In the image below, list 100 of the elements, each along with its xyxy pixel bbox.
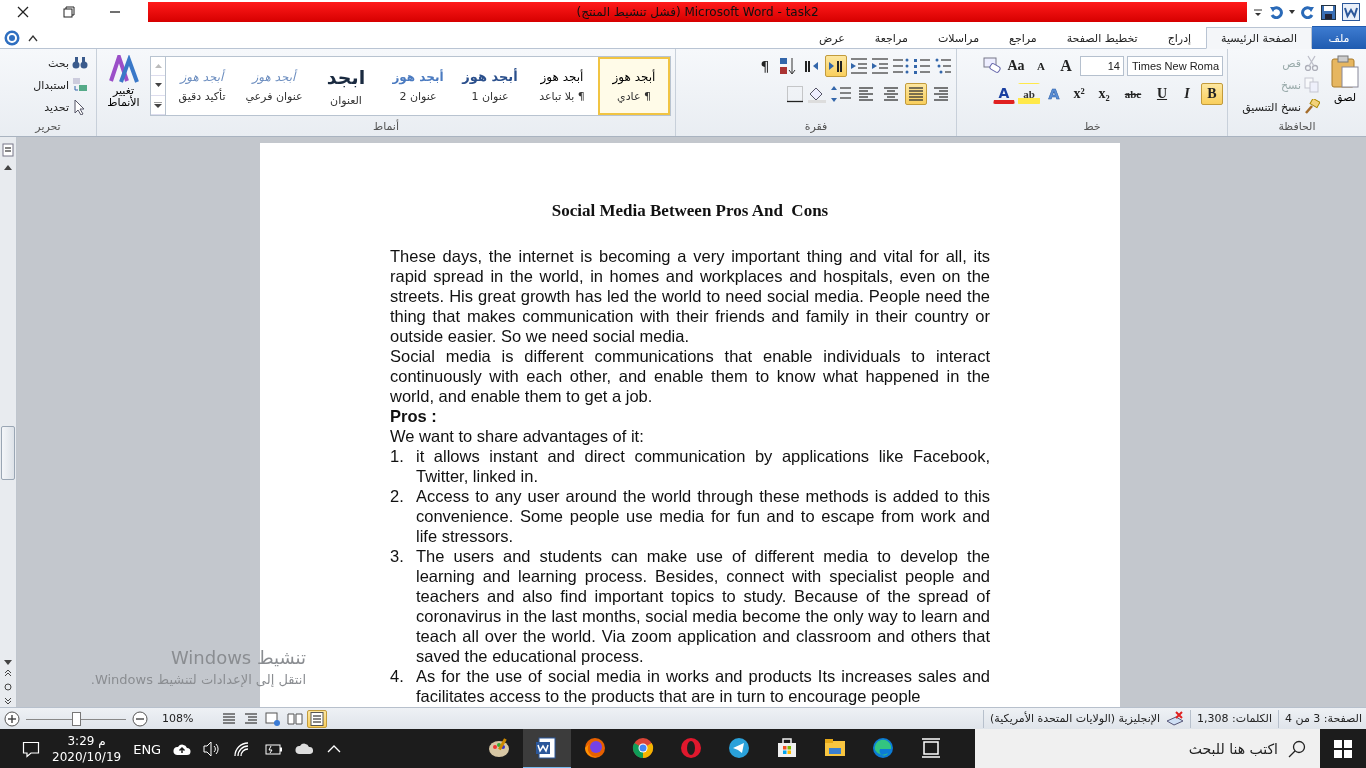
list-number: 1. bbox=[390, 446, 405, 467]
group-label: الحافظة bbox=[1277, 120, 1317, 135]
alignment-icon bbox=[857, 85, 875, 103]
style-option[interactable]: ابجد العنوان bbox=[310, 57, 382, 115]
show-formatting-button[interactable]: ¶ bbox=[754, 55, 776, 77]
style-option[interactable]: أبجد هوز عنوان فرعي bbox=[238, 57, 310, 115]
zoom-slider[interactable] bbox=[26, 711, 126, 726]
style-option[interactable]: أبجد هوز عنوان 1 bbox=[454, 57, 526, 115]
numbered-list-icon[interactable] bbox=[913, 57, 931, 75]
vertical-scrollbar[interactable] bbox=[0, 137, 17, 707]
alignment-icon bbox=[882, 85, 900, 103]
save-icon[interactable] bbox=[1321, 4, 1336, 20]
font-color-button[interactable]: A bbox=[993, 84, 1015, 104]
line-spacing-icon[interactable] bbox=[830, 85, 852, 103]
file-menu-tab[interactable]: ملف bbox=[1312, 26, 1366, 49]
highlight-button[interactable]: ab bbox=[1018, 83, 1040, 105]
style-option[interactable]: أبجد هوز ¶ بلا تباعد bbox=[526, 57, 598, 115]
list-item-text: it allows instant and direct communication by applications like Facebook, Twitter, linked in. bbox=[416, 446, 990, 486]
window-title: (فشل تنشيط المنتج) Microsoft Word - task2 bbox=[576, 5, 819, 19]
ribbon-tab[interactable]: الصفحة الرئيسية bbox=[1206, 27, 1312, 49]
dropdown-icon[interactable] bbox=[1253, 6, 1263, 18]
zoom-in-button[interactable] bbox=[4, 710, 20, 727]
change-case-button[interactable]: Aa bbox=[1005, 55, 1027, 77]
underline-button[interactable]: U bbox=[1151, 83, 1173, 105]
document-title: Social Media Between Pros And Cons bbox=[550, 201, 830, 221]
browse-buttons-icon[interactable] bbox=[3, 667, 13, 707]
align-justify-button[interactable] bbox=[905, 83, 927, 105]
replace-button[interactable]: استبدال bbox=[29, 75, 92, 95]
style-option[interactable]: أبجد هوز تأكيد دقيق bbox=[166, 57, 238, 115]
bold-button[interactable]: B bbox=[1201, 83, 1223, 105]
sup-button[interactable]: x² bbox=[1068, 83, 1090, 105]
battery-icon[interactable] bbox=[263, 742, 284, 756]
activation-message: انتقل إلى الإعدادات لتنشيط Windows. bbox=[89, 672, 306, 687]
list-number: 3. bbox=[390, 546, 405, 567]
multilevel-list-icon[interactable] bbox=[934, 57, 952, 75]
gallery-scroll[interactable] bbox=[151, 57, 166, 115]
proofing-icon[interactable] bbox=[1166, 710, 1185, 727]
sort-icon[interactable] bbox=[779, 57, 797, 75]
find-button[interactable]: بحث bbox=[29, 53, 92, 73]
zoom-out-button[interactable] bbox=[132, 710, 148, 727]
list-item-text: As for the use of social media in works and products Its increases sales and facilitates access to the products that are in turn to encourage people bbox=[416, 666, 990, 706]
scroll-up-icon[interactable] bbox=[3, 163, 13, 171]
undo-icon[interactable] bbox=[1269, 5, 1283, 19]
text-direction-button[interactable] bbox=[825, 55, 847, 77]
print-view-button[interactable] bbox=[307, 709, 328, 728]
style-option[interactable]: أبجد هوز ¶ عادي bbox=[598, 57, 670, 115]
scroll-thumb[interactable] bbox=[1, 426, 15, 480]
sub-button[interactable]: x₂ bbox=[1093, 83, 1115, 105]
change-styles-button[interactable]: تغيير الأنماط bbox=[101, 53, 146, 120]
page-number[interactable]: الصفحة: 3 من 4 bbox=[1285, 712, 1362, 725]
select-button[interactable]: تحديد bbox=[29, 97, 92, 117]
search-field[interactable]: اكتب هنا للبحث bbox=[975, 729, 1320, 768]
ribbon-tab[interactable]: مراجع bbox=[994, 27, 1052, 49]
dropdown-icon[interactable] bbox=[1289, 10, 1295, 14]
ribbon-tab[interactable]: عرض bbox=[803, 27, 860, 49]
view-icon bbox=[221, 710, 238, 727]
grow-font-button[interactable]: A bbox=[1055, 55, 1077, 77]
ribbon-tab[interactable]: تخطيط الصفحة bbox=[1051, 27, 1153, 49]
help-icon[interactable] bbox=[4, 30, 20, 46]
font-size-field[interactable]: 14 bbox=[1080, 56, 1124, 76]
clock-time[interactable]: 3:29 م bbox=[67, 733, 106, 749]
paste-button[interactable]: لصق bbox=[1328, 53, 1362, 120]
clock-date[interactable]: 2020/10/19 bbox=[52, 749, 122, 765]
scroll-down-icon[interactable] bbox=[3, 659, 13, 667]
borders-icon[interactable] bbox=[786, 85, 804, 103]
app-logo-icon bbox=[535, 736, 559, 760]
input-language[interactable]: ENG bbox=[133, 741, 162, 757]
word-count[interactable]: الكلمات: 1,308 bbox=[1197, 712, 1272, 725]
scroll-down-icon[interactable] bbox=[154, 83, 162, 88]
cloud-upload-icon[interactable] bbox=[173, 742, 192, 756]
painter-button[interactable]: نسخ التنسيق bbox=[1238, 97, 1324, 117]
speaker-icon[interactable] bbox=[203, 741, 222, 757]
notification-icon[interactable] bbox=[22, 740, 40, 758]
ruler-toggle-icon[interactable] bbox=[2, 143, 14, 157]
clear-format-icon[interactable] bbox=[982, 57, 1002, 75]
language-status[interactable]: الإنجليزية (الولايات المتحدة الأمريكية) bbox=[990, 712, 1161, 725]
list-item-text: The users and students can make use of different media to develop the learning and learning process. Besides, connect with specialist people and teachers and also find important topics to study. Because of the spread of coronavirus in the last months, social media become the only way to learn and teach all over the world. Via zoom application and classroom and others that saved the educational process. bbox=[416, 546, 990, 666]
cloud-icon[interactable] bbox=[295, 743, 316, 755]
shading-icon[interactable] bbox=[807, 85, 827, 103]
ribbon-tab[interactable]: مراجعة bbox=[859, 27, 923, 49]
app-logo-icon bbox=[583, 736, 607, 760]
collapse-icon[interactable] bbox=[28, 34, 38, 42]
style-option[interactable]: أبجد هوز عنوان 2 bbox=[382, 57, 454, 115]
decrease-indent-icon[interactable] bbox=[871, 57, 889, 75]
zoom-level[interactable]: 108% bbox=[162, 712, 194, 725]
italic-button[interactable]: I bbox=[1176, 83, 1198, 105]
font-name-field[interactable]: Times New Roma bbox=[1127, 56, 1223, 76]
shrink-font-button[interactable]: A bbox=[1030, 55, 1052, 77]
document-app-icon[interactable] bbox=[523, 729, 571, 768]
caret-up-icon[interactable] bbox=[327, 744, 342, 754]
alignment-icon bbox=[907, 85, 925, 103]
increase-indent-icon[interactable] bbox=[850, 57, 868, 75]
strike-button[interactable]: abc bbox=[1118, 83, 1148, 105]
redo-icon[interactable] bbox=[1301, 5, 1315, 19]
ribbon-tab[interactable]: مراسلات bbox=[922, 27, 995, 49]
pilcrow-arrow-icon bbox=[828, 59, 844, 73]
document-app-icon[interactable] bbox=[1342, 3, 1360, 21]
bulleted-list-icon[interactable] bbox=[892, 57, 910, 75]
ribbon-tab[interactable]: إدراج bbox=[1152, 27, 1207, 49]
more-icon[interactable] bbox=[154, 101, 162, 108]
